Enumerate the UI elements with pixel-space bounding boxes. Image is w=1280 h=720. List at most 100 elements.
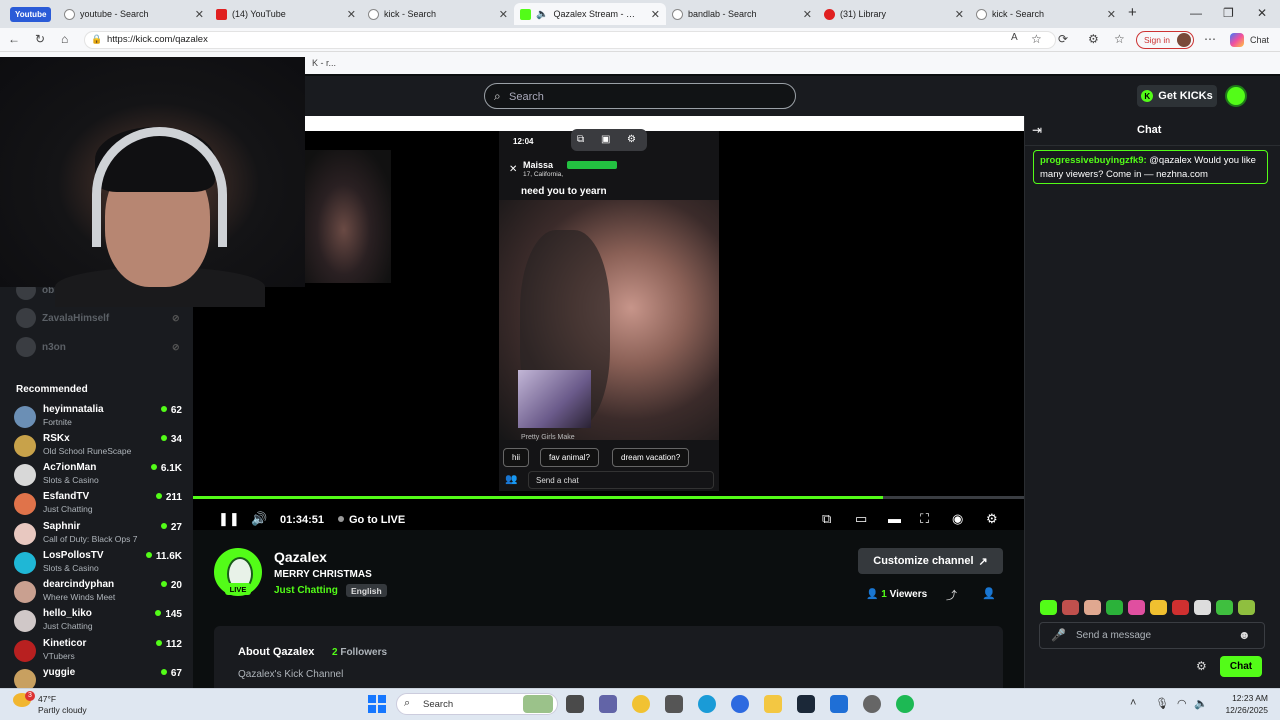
tab-youtube[interactable]: (14) YouTube ✕ (210, 3, 362, 25)
app-icon[interactable] (863, 695, 881, 713)
recommended-channel[interactable]: RSKx Old School RuneScape 34 (14, 432, 184, 460)
emote-icon[interactable] (1084, 600, 1101, 615)
app-icon[interactable] (830, 695, 848, 713)
volume-icon[interactable]: 🔈 (1194, 697, 1208, 710)
steam-icon[interactable] (797, 695, 815, 713)
weather-temp[interactable]: 47°F (38, 694, 56, 704)
close-icon[interactable]: ✕ (1107, 8, 1116, 21)
sidebar-item-zavalahimself[interactable]: ZavalaHimself ⊘ (16, 308, 180, 328)
chat-send-button[interactable]: Chat (1220, 656, 1262, 677)
follow-icon[interactable]: 👤 (982, 587, 996, 600)
start-button[interactable] (368, 695, 386, 713)
recommended-channel[interactable]: heyimnatalia Fortnite 62 (14, 403, 184, 431)
user-avatar[interactable] (1225, 85, 1247, 107)
chat-message-input[interactable] (1039, 622, 1265, 649)
language-tag[interactable]: English (346, 584, 387, 597)
refresh-icon[interactable]: ↻ (35, 32, 45, 46)
settings-gear-icon[interactable]: ⚙ (986, 511, 998, 527)
tab-kick-search-2[interactable]: kick - Search ✕ (970, 3, 1122, 25)
sidebar-item-n3on[interactable]: n3on ⊘ (16, 337, 180, 357)
chat-message[interactable]: progressivebuyingzfk9: @qazalex Would yo… (1033, 150, 1268, 184)
minimize-button[interactable]: — (1190, 6, 1202, 20)
tab-youtube-search[interactable]: youtube - Search ✕ (58, 3, 210, 25)
emote-icon[interactable] (1128, 600, 1145, 615)
new-tab-button[interactable]: + (1128, 4, 1137, 21)
chevron-up-icon[interactable]: ˄ (1130, 697, 1136, 709)
sign-in-button[interactable]: Sign in (1136, 31, 1194, 49)
volume-icon[interactable]: 🔊 (251, 511, 267, 527)
share-icon[interactable]: ⤴ (946, 587, 957, 603)
close-icon[interactable]: ✕ (499, 8, 508, 21)
teams-icon[interactable] (599, 695, 617, 713)
home-icon[interactable]: ⌂ (61, 32, 68, 46)
maximize-button[interactable]: ❐ (1223, 6, 1234, 20)
recommended-channel[interactable]: EsfandTV Just Chatting 211 (14, 490, 184, 518)
extensions-icon[interactable]: ⟳ (1058, 32, 1068, 46)
emoji-icon[interactable]: ☻ (1238, 628, 1251, 642)
microphone-icon[interactable]: 🎤 (1051, 628, 1066, 642)
emote-icon[interactable] (1172, 600, 1189, 615)
get-kicks-button[interactable]: K Get KICKs (1137, 85, 1217, 107)
emote-icon[interactable] (1106, 600, 1123, 615)
recommended-channel[interactable]: hello_kiko Just Chatting 145 (14, 607, 184, 635)
back-arrow-icon[interactable]: ← (8, 32, 20, 46)
chrome-icon[interactable] (632, 695, 650, 713)
tab-library[interactable]: (31) Library ✕ (818, 3, 970, 25)
favorite-star-icon[interactable]: ☆ (1031, 32, 1042, 46)
edge-icon[interactable] (698, 695, 716, 713)
clock-time[interactable]: 12:23 AM (1224, 693, 1268, 703)
recommended-channel[interactable]: Kineticor VTubers 112 (14, 637, 184, 665)
app-icon[interactable] (731, 695, 749, 713)
fullscreen-icon[interactable]: ⛶ (920, 511, 929, 527)
clock-date[interactable]: 12/26/2025 (1210, 705, 1268, 715)
recommended-channel[interactable]: dearcindyphan Where Winds Meet 20 (14, 578, 184, 606)
youtube-favorite-pill[interactable]: Youtube (10, 7, 52, 22)
spotify-icon[interactable] (896, 695, 914, 713)
channel-name[interactable]: Qazalex (274, 549, 327, 565)
emote-icon[interactable] (1062, 600, 1079, 615)
copilot-icon[interactable] (1230, 33, 1244, 47)
cinema-icon[interactable]: ▬ (888, 511, 901, 526)
url-field[interactable] (84, 31, 1056, 49)
close-icon[interactable]: ✕ (195, 8, 204, 21)
tracker-icon[interactable]: ⚙ (1088, 32, 1099, 46)
tab-qazalex-stream[interactable]: 🔈 Qazalex Stream - Watc ✕ (514, 3, 666, 25)
close-icon[interactable]: ✕ (651, 8, 660, 21)
clip-icon[interactable]: ◉ (952, 511, 963, 527)
collections-icon[interactable]: ☆ (1114, 32, 1125, 46)
recommended-channel[interactable]: Saphnir Call of Duty: Black Ops 7 27 (14, 520, 184, 548)
go-to-live-button[interactable]: Go to LIVE (338, 514, 405, 526)
recommended-channel[interactable]: Ac7ionMan Slots & Casino 6.1K (14, 461, 184, 489)
close-icon[interactable]: ✕ (347, 8, 356, 21)
wifi-icon[interactable]: ◠ (1177, 697, 1187, 710)
collapse-chat-icon[interactable]: ⇥ (1032, 123, 1042, 137)
favorites-item[interactable]: K - r... (312, 58, 336, 68)
store-icon[interactable] (665, 695, 683, 713)
weather-desc[interactable]: Partly cloudy (38, 705, 87, 715)
emote-icon[interactable] (1040, 600, 1057, 615)
theater-icon[interactable]: ▭ (855, 511, 867, 527)
read-aloud-icon[interactable]: A (1011, 32, 1018, 43)
pause-icon[interactable]: ❚❚ (218, 511, 240, 527)
tab-kick-search[interactable]: kick - Search ✕ (362, 3, 514, 25)
file-explorer-icon[interactable] (764, 695, 782, 713)
tab-bandlab-search[interactable]: bandlab - Search ✕ (666, 3, 818, 25)
window-close-button[interactable]: ✕ (1257, 6, 1267, 20)
search-highlight-icon[interactable] (523, 695, 553, 713)
emote-icon[interactable] (1216, 600, 1233, 615)
microphone-icon[interactable]: 🎙 (1155, 697, 1169, 710)
more-menu-icon[interactable]: ⋯ (1204, 32, 1216, 46)
copilot-chat-label[interactable]: Chat (1250, 35, 1269, 45)
close-icon[interactable]: ✕ (955, 8, 964, 21)
close-icon[interactable]: ✕ (803, 8, 812, 21)
task-view-icon[interactable] (566, 695, 584, 713)
emote-icon[interactable] (1238, 600, 1255, 615)
emote-icon[interactable] (1194, 600, 1211, 615)
speaker-icon[interactable]: 🔈 (536, 9, 548, 20)
customize-channel-button[interactable]: Customize channel ↗ (858, 548, 1003, 574)
emote-icon[interactable] (1150, 600, 1167, 615)
pip-icon[interactable]: ⧉ (822, 511, 831, 527)
stream-category[interactable]: Just Chatting (274, 585, 338, 596)
chat-settings-icon[interactable]: ⚙ (1196, 659, 1207, 673)
recommended-channel[interactable]: LosPollosTV Slots & Casino 11.6K (14, 549, 184, 577)
